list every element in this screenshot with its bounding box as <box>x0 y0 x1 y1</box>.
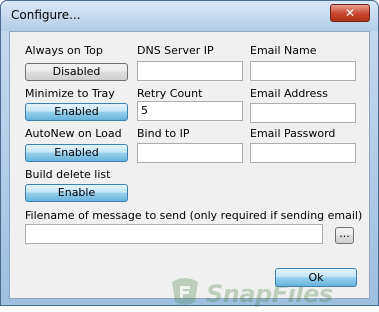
always-on-top-label: Always on Top <box>25 44 103 57</box>
dialog-body: Always on Top Disabled Minimize to Tray … <box>9 31 370 308</box>
message-file-label: Filename of message to send (only requir… <box>25 209 363 222</box>
always-on-top-button[interactable]: Disabled <box>25 63 128 81</box>
email-password-label: Email Password <box>250 127 336 140</box>
email-password-field[interactable] <box>250 143 356 163</box>
snapfiles-logo-icon <box>172 278 198 305</box>
autonew-on-load-button[interactable]: Enabled <box>25 144 128 162</box>
build-delete-list-label: Build delete list <box>25 168 111 181</box>
title-bar: Configure... ✕ <box>1 1 378 31</box>
dns-server-ip-field[interactable] <box>137 61 243 81</box>
close-button[interactable]: ✕ <box>330 4 370 22</box>
email-address-field[interactable] <box>250 103 356 123</box>
retry-count-label: Retry Count <box>137 87 203 100</box>
minimize-to-tray-label: Minimize to Tray <box>25 87 115 100</box>
email-name-label: Email Name <box>250 44 317 57</box>
minimize-to-tray-button[interactable]: Enabled <box>25 103 128 121</box>
ok-button[interactable]: Ok <box>275 268 357 287</box>
autonew-on-load-label: AutoNew on Load <box>25 127 122 140</box>
window-title: Configure... <box>11 8 81 22</box>
dns-server-ip-label: DNS Server IP <box>137 44 214 57</box>
configure-window: Configure... ✕ Always on Top Disabled Mi… <box>0 0 379 308</box>
bind-to-ip-field[interactable] <box>137 143 243 163</box>
build-delete-list-button[interactable]: Enable <box>25 184 128 202</box>
close-icon: ✕ <box>344 6 356 20</box>
bind-to-ip-label: Bind to IP <box>137 127 190 140</box>
email-address-label: Email Address <box>250 87 328 100</box>
email-name-field[interactable] <box>250 61 356 81</box>
retry-count-field[interactable]: 5 <box>137 101 243 121</box>
message-file-field[interactable] <box>25 224 323 244</box>
browse-button[interactable]: ... <box>335 227 354 244</box>
